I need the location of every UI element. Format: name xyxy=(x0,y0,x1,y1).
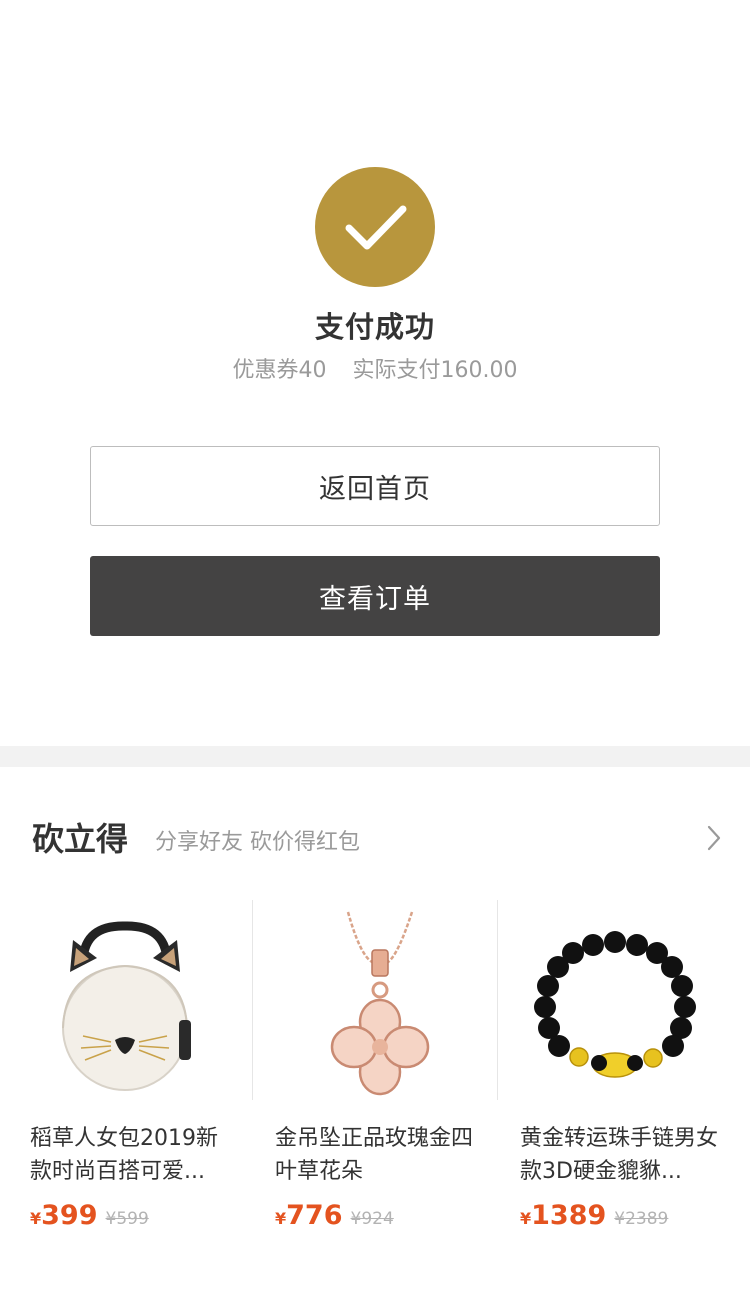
section-divider xyxy=(0,746,750,767)
product-card[interactable]: 黄金转运珠手链男女款3D硬金貔貅... ¥1389 ¥2389 xyxy=(490,900,735,1240)
product-name: 稻草人女包2019新款时尚百搭可爱... xyxy=(30,1126,218,1184)
view-order-button[interactable]: 查看订单 xyxy=(90,556,660,636)
product-name: 金吊坠正品玫瑰金四叶草花朵 xyxy=(275,1126,474,1184)
back-to-home-button[interactable]: 返回首页 xyxy=(90,446,660,526)
product-price: 776 xyxy=(286,1200,343,1231)
chevron-right-icon[interactable] xyxy=(700,822,728,854)
product-price: 399 xyxy=(41,1200,98,1231)
handbag-image xyxy=(25,900,225,1105)
product-price: 1389 xyxy=(531,1200,607,1231)
product-price-row: ¥776 ¥924 xyxy=(275,1200,394,1231)
product-card[interactable]: 稻草人女包2019新款时尚百搭可爱... ¥399 ¥599 xyxy=(0,900,245,1240)
bead-bracelet-image xyxy=(515,900,715,1105)
currency-symbol: ¥ xyxy=(275,1209,287,1228)
product-original-price: ¥599 xyxy=(105,1209,149,1229)
product-price-row: ¥399 ¥599 xyxy=(30,1200,149,1231)
product-card[interactable]: 金吊坠正品玫瑰金四叶草花朵 ¥776 ¥924 xyxy=(245,900,490,1240)
currency-symbol: ¥ xyxy=(520,1209,532,1228)
payment-result-panel: 支付成功 优惠券40 实际支付160.00 返回首页 查看订单 xyxy=(0,0,750,746)
currency-symbol: ¥ xyxy=(30,1209,42,1228)
product-list: 稻草人女包2019新款时尚百搭可爱... ¥399 ¥599 金吊坠正品玫瑰金四… xyxy=(0,900,750,1240)
product-original-price: ¥924 xyxy=(350,1209,394,1229)
coupon-text: 优惠券40 xyxy=(232,358,327,383)
bargain-section-subtitle: 分享好友 砍价得红包 xyxy=(155,830,360,855)
product-name: 黄金转运珠手链男女款3D硬金貔貅... xyxy=(520,1126,719,1184)
page-title: 支付成功 xyxy=(314,310,435,344)
bargain-section-title: 砍立得 xyxy=(32,820,129,858)
payment-summary: 优惠券40 实际支付160.00 xyxy=(0,352,750,384)
success-check-icon xyxy=(315,167,435,287)
product-price-row: ¥1389 ¥2389 xyxy=(520,1200,668,1231)
actual-paid-text: 实际支付160.00 xyxy=(352,358,518,383)
product-original-price: ¥2389 xyxy=(614,1209,669,1229)
pendant-necklace-image xyxy=(270,900,470,1105)
